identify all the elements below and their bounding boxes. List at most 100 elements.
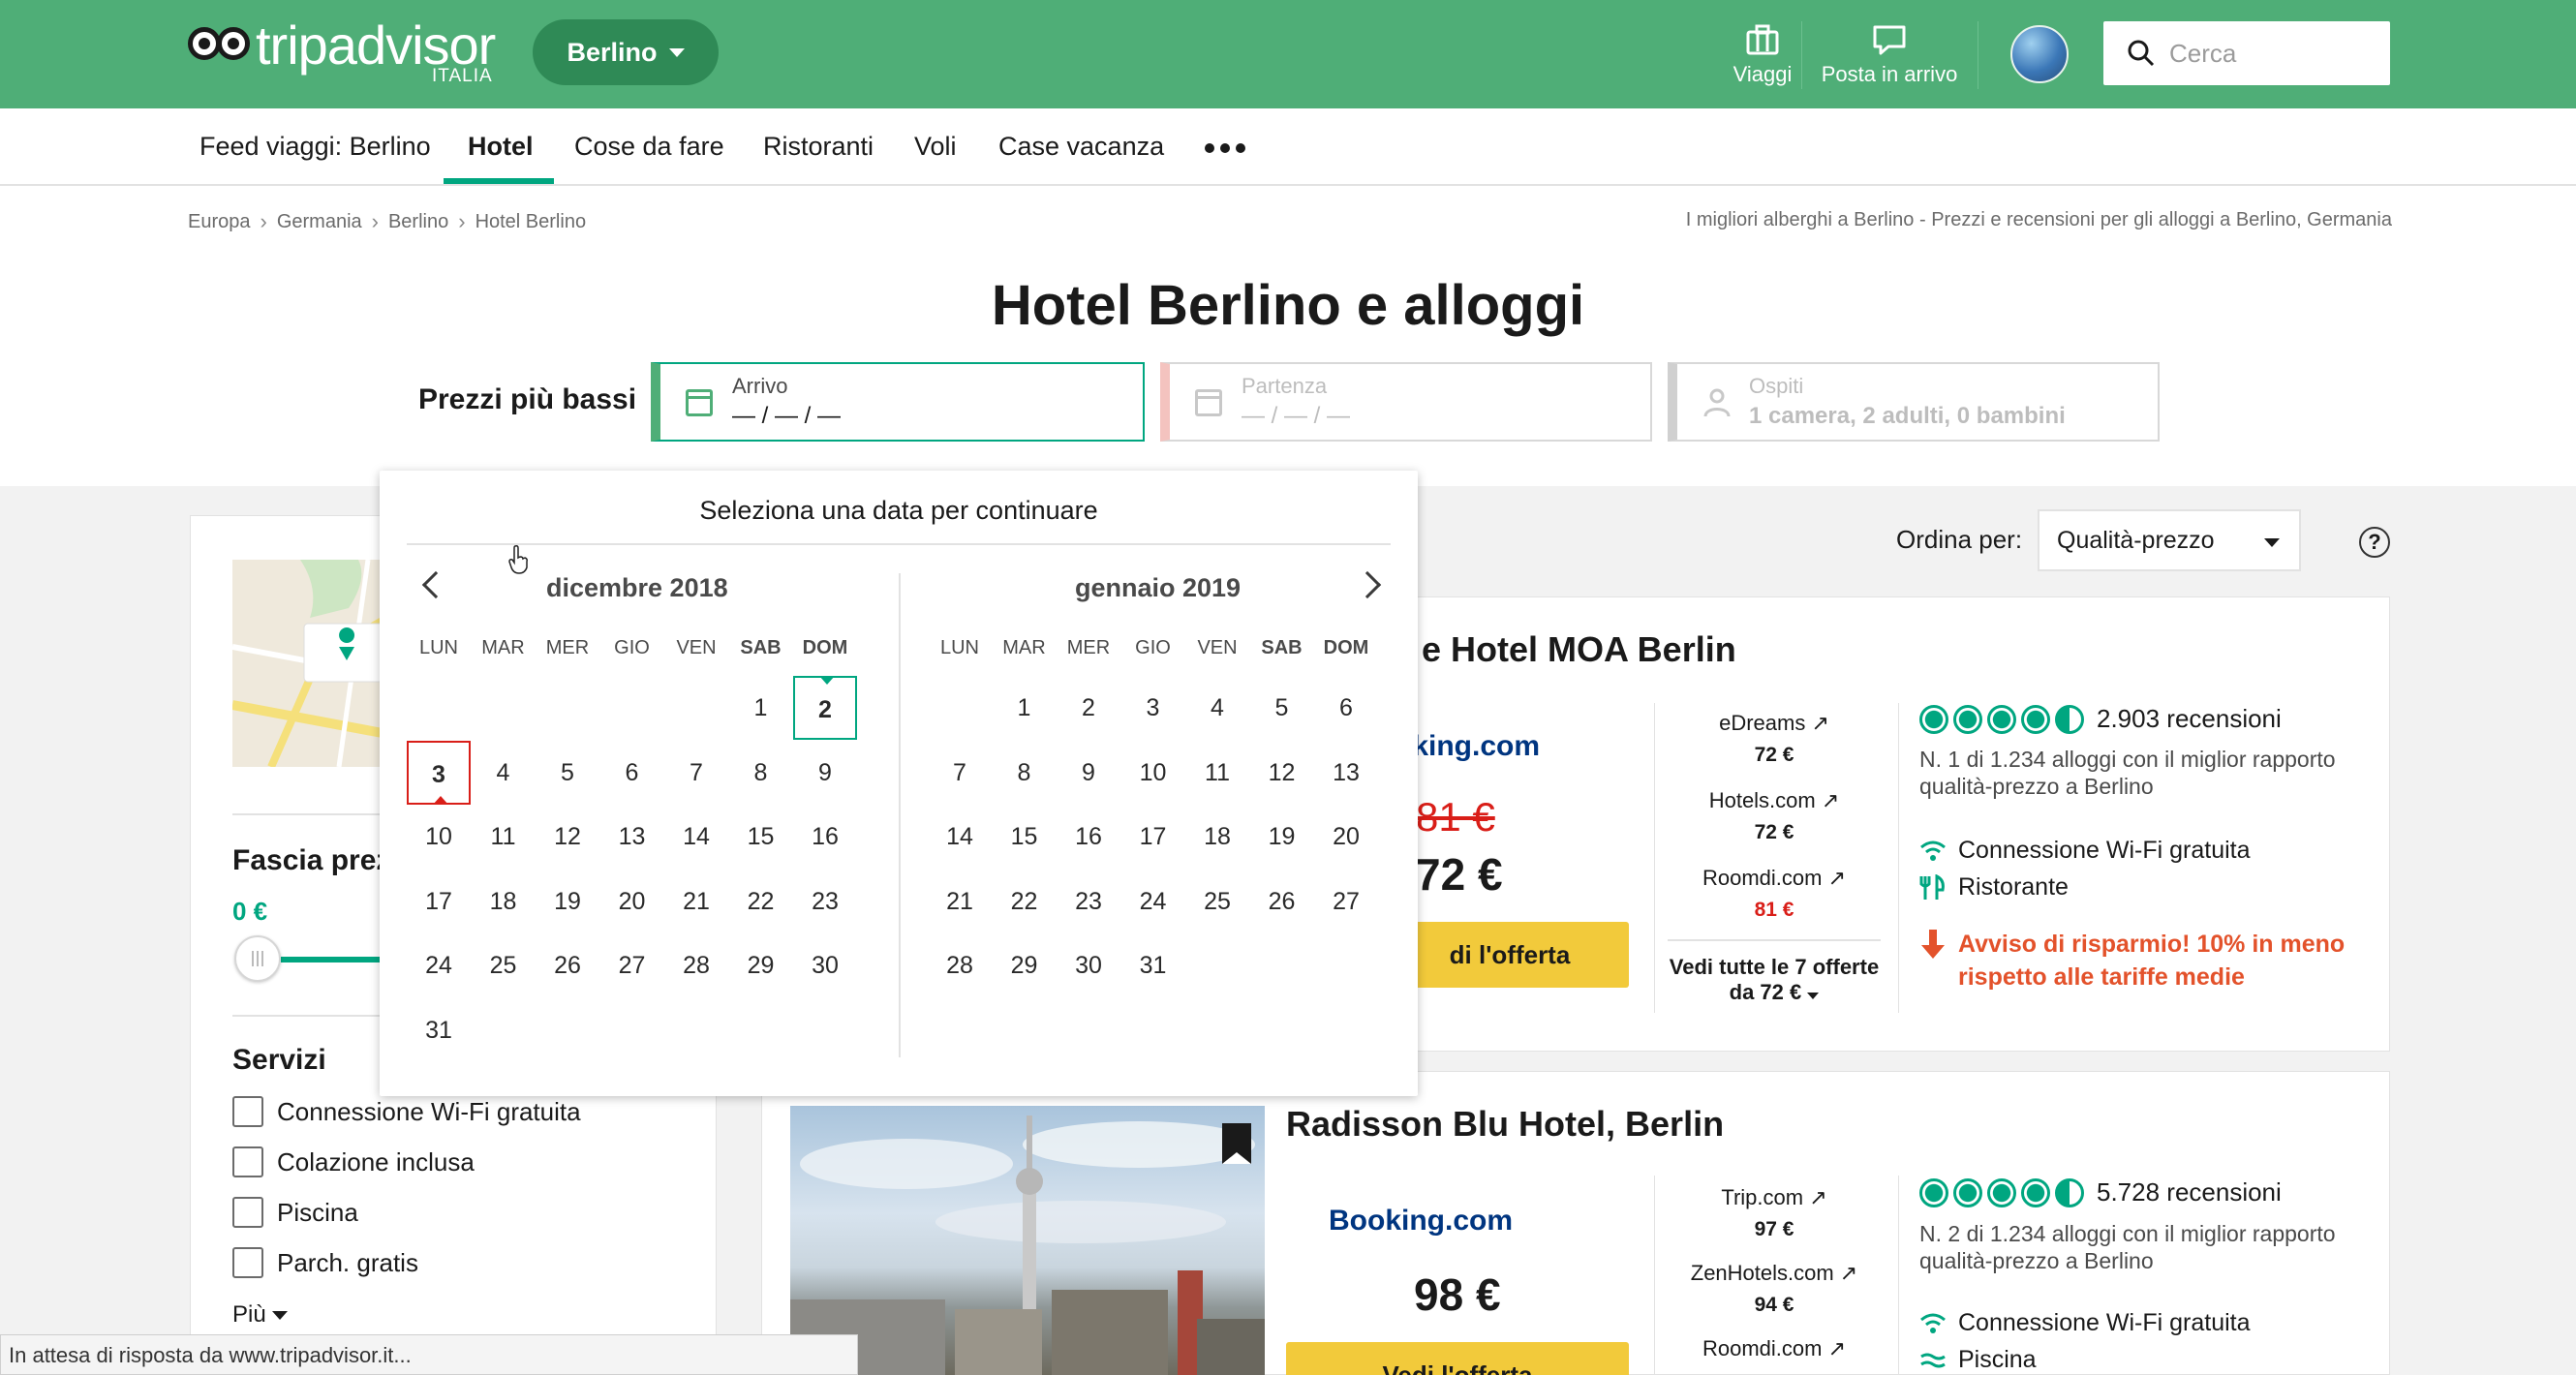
calendar-day[interactable]: 3 <box>407 740 471 805</box>
calendar-day[interactable]: 28 <box>928 933 992 997</box>
bookmark-icon[interactable] <box>1222 1123 1251 1164</box>
calendar-day[interactable]: 2 <box>1057 676 1120 740</box>
calendar-day[interactable]: 23 <box>1057 870 1120 933</box>
calendar-day[interactable]: 12 <box>536 805 599 869</box>
calendar-day[interactable]: 17 <box>407 870 471 933</box>
calendar-day[interactable]: 10 <box>407 805 471 869</box>
filter-pool-checkbox[interactable]: Piscina <box>232 1197 358 1228</box>
calendar-day[interactable]: 17 <box>1121 805 1185 869</box>
calendar-day[interactable]: 27 <box>1314 870 1378 933</box>
calendar-day[interactable]: 19 <box>536 870 599 933</box>
calendar-day[interactable]: 19 <box>1250 805 1314 869</box>
calendar-day[interactable]: 16 <box>793 805 857 869</box>
breadcrumb-item[interactable]: Germania <box>277 211 362 233</box>
calendar-day[interactable]: 5 <box>536 741 599 805</box>
calendar-day[interactable]: 31 <box>407 998 471 1062</box>
calendar-day[interactable]: 2 <box>793 676 857 740</box>
subnav-hotel[interactable]: Hotel <box>468 132 534 162</box>
price-slider-track[interactable] <box>281 957 387 962</box>
review-count[interactable]: 5.728 recensioni <box>2097 1177 2282 1207</box>
hotel-photo[interactable] <box>790 1106 1265 1375</box>
calendar-day[interactable]: 10 <box>1121 741 1185 805</box>
calendar-day[interactable]: 12 <box>1250 741 1314 805</box>
calendar-day[interactable]: 15 <box>729 805 793 869</box>
calendar-day[interactable]: 16 <box>1057 805 1120 869</box>
calendar-day[interactable]: 18 <box>472 870 536 933</box>
calendar-day[interactable]: 5 <box>1250 676 1314 740</box>
subnav-things-to-do[interactable]: Cose da fare <box>574 132 724 162</box>
breadcrumb-item[interactable]: Hotel Berlino <box>475 211 587 233</box>
calendar-day[interactable]: 8 <box>993 741 1057 805</box>
calendar-day[interactable]: 22 <box>729 870 793 933</box>
calendar-day[interactable]: 11 <box>472 805 536 869</box>
subnav-feed[interactable]: Feed viaggi: Berlino <box>199 132 431 162</box>
sort-select[interactable]: Qualità-prezzo <box>2038 509 2301 571</box>
calendar-day[interactable]: 4 <box>472 741 536 805</box>
calendar-day[interactable]: 29 <box>993 933 1057 997</box>
calendar-day[interactable]: 1 <box>993 676 1057 740</box>
subnav-flights[interactable]: Voli <box>914 132 957 162</box>
calendar-day[interactable]: 26 <box>536 933 599 997</box>
calendar-day[interactable]: 7 <box>664 741 728 805</box>
calendar-day[interactable]: 6 <box>600 741 664 805</box>
subnav-restaurants[interactable]: Ristoranti <box>763 132 874 162</box>
calendar-day[interactable]: 15 <box>993 805 1057 869</box>
calendar-day[interactable]: 1 <box>729 676 793 740</box>
offer-provider[interactable]: eDreams ↗ 72 € <box>1668 711 1881 767</box>
calendar-day[interactable]: 18 <box>1185 805 1249 869</box>
offer-provider[interactable]: Trip.com ↗ 97 € <box>1668 1185 1881 1241</box>
calendar-day[interactable]: 8 <box>729 741 793 805</box>
filter-breakfast-checkbox[interactable]: Colazione inclusa <box>232 1146 475 1177</box>
rating-bubbles[interactable]: 5.728 recensioni <box>1919 1177 2282 1207</box>
search-input[interactable]: Cerca <box>2103 21 2390 85</box>
checkbox[interactable] <box>232 1247 263 1278</box>
calendar-day[interactable]: 24 <box>407 933 471 997</box>
calendar-day[interactable]: 28 <box>664 933 728 997</box>
breadcrumb-item[interactable]: Berlino <box>388 211 448 233</box>
calendar-day[interactable]: 9 <box>793 741 857 805</box>
checkin-field[interactable]: Arrivo — / — / — <box>651 362 1145 442</box>
hotel-name[interactable]: e Hotel MOA Berlin <box>1422 629 1736 670</box>
checkbox[interactable] <box>232 1096 263 1127</box>
calendar-day[interactable]: 3 <box>1121 676 1185 740</box>
map-preview[interactable] <box>232 560 387 767</box>
calendar-day[interactable]: 24 <box>1121 870 1185 933</box>
price-slider-handle[interactable] <box>234 935 281 982</box>
calendar-day[interactable]: 30 <box>793 933 857 997</box>
next-month-chevron-icon[interactable] <box>1353 570 1382 599</box>
breadcrumb-item[interactable]: Europa <box>188 211 251 233</box>
more-filters-link[interactable]: Più <box>232 1301 288 1329</box>
calendar-day[interactable]: 25 <box>472 933 536 997</box>
review-count[interactable]: 2.903 recensioni <box>2097 704 2282 734</box>
hotel-name[interactable]: Radisson Blu Hotel, Berlin <box>1286 1104 1724 1145</box>
calendar-day[interactable]: 13 <box>1314 741 1378 805</box>
calendar-day[interactable]: 21 <box>928 870 992 933</box>
checkbox[interactable] <box>232 1197 263 1228</box>
view-deal-button[interactable]: Vedi l'offerta <box>1286 1342 1629 1375</box>
calendar-day[interactable]: 22 <box>993 870 1057 933</box>
calendar-day[interactable]: 20 <box>600 870 664 933</box>
calendar-day[interactable]: 4 <box>1185 676 1249 740</box>
offer-provider[interactable]: ZenHotels.com ↗ 94 € <box>1668 1261 1881 1317</box>
calendar-day[interactable]: 27 <box>600 933 664 997</box>
checkbox[interactable] <box>232 1146 263 1177</box>
calendar-day[interactable]: 21 <box>664 870 728 933</box>
offer-provider[interactable]: Roomdi.com ↗ 81 € <box>1668 866 1881 922</box>
calendar-day[interactable]: 20 <box>1314 805 1378 869</box>
inbox-nav-button[interactable]: Posta in arrivo <box>1817 23 1962 87</box>
more-dots-icon[interactable] <box>1205 143 1245 153</box>
city-selector-button[interactable]: Berlino <box>533 19 719 85</box>
filter-wifi-checkbox[interactable]: Connessione Wi-Fi gratuita <box>232 1096 581 1127</box>
all-offers-link[interactable]: Vedi tutte le 7 offerte da 72 € <box>1668 955 1881 1005</box>
calendar-day[interactable]: 30 <box>1057 933 1120 997</box>
calendar-day[interactable]: 14 <box>664 805 728 869</box>
calendar-day[interactable]: 13 <box>600 805 664 869</box>
prev-month-chevron-icon[interactable] <box>421 570 450 599</box>
calendar-day[interactable]: 23 <box>793 870 857 933</box>
user-avatar[interactable] <box>2010 25 2069 83</box>
guests-field[interactable]: Ospiti 1 camera, 2 adulti, 0 bambini <box>1668 362 2160 442</box>
calendar-day[interactable]: 25 <box>1185 870 1249 933</box>
tripadvisor-owl-icon[interactable] <box>188 25 252 64</box>
calendar-day[interactable]: 29 <box>729 933 793 997</box>
calendar-day[interactable]: 11 <box>1185 741 1249 805</box>
